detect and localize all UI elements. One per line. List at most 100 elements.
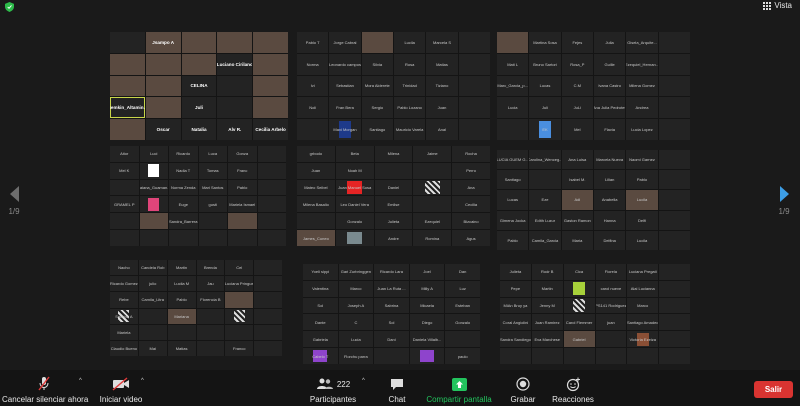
participant-tile[interactable]	[257, 162, 286, 179]
participant-tile[interactable]: C	[338, 314, 374, 331]
participant-tile[interactable]: Pablo Lozano	[394, 97, 426, 119]
participant-tile[interactable]	[658, 150, 690, 170]
participant-tile[interactable]: Aitor	[110, 146, 139, 162]
participant-tile[interactable]: Edith Luzur	[529, 210, 561, 230]
security-shield-icon[interactable]	[5, 2, 14, 12]
participant-tile[interactable]: Rocha	[452, 146, 490, 162]
participant-tile[interactable]: Juli	[181, 97, 217, 119]
reactions-button[interactable]: Reacciones	[551, 375, 595, 404]
participant-tile[interactable]	[413, 196, 452, 213]
participant-tile[interactable]	[217, 75, 253, 97]
participant-tile[interactable]: Cecilia Arbelo	[253, 119, 288, 140]
participant-tile[interactable]: Lucila	[626, 230, 658, 250]
participant-tile[interactable]	[257, 196, 286, 213]
participant-tile[interactable]: Tomas	[198, 162, 227, 179]
participant-tile[interactable]	[595, 348, 627, 364]
participant-tile[interactable]: Esteban	[445, 297, 480, 314]
participant-tile[interactable]	[254, 340, 282, 356]
participant-tile[interactable]: Pablo	[626, 170, 658, 190]
participant-tile[interactable]: Gari Zurbringgen	[338, 264, 374, 280]
participant-tile[interactable]: Ezequiel_Hernan...	[626, 53, 658, 75]
participant-tile[interactable]	[110, 213, 139, 230]
participant-tile[interactable]: Ricardo	[169, 146, 198, 162]
participant-tile[interactable]	[627, 348, 659, 364]
participant-tile[interactable]	[335, 230, 374, 246]
participant-tile[interactable]: Alv R.	[217, 119, 253, 140]
participant-tile[interactable]: Fejes	[561, 32, 593, 53]
participant-tile[interactable]: Adi	[561, 190, 593, 210]
participant-tile[interactable]: Joel	[409, 264, 445, 280]
participant-tile[interactable]: Santiago	[361, 119, 393, 140]
start-video-button[interactable]: Iniciar video	[96, 375, 146, 404]
participant-tile[interactable]: Andrea	[626, 97, 658, 119]
participant-tile[interactable]	[659, 348, 690, 364]
participant-tile[interactable]	[529, 170, 561, 190]
leave-meeting-button[interactable]: Salir	[754, 381, 793, 398]
participant-tile[interactable]: Carol Flemmer	[563, 314, 595, 331]
participant-tile[interactable]: Anabella	[594, 190, 626, 210]
participant-tile[interactable]	[500, 348, 531, 364]
participant-tile[interactable]: EK	[529, 119, 561, 140]
participant-tile[interactable]: Mateo Seibel	[297, 179, 335, 196]
participant-tile[interactable]: Diego	[409, 314, 445, 331]
audio-options-caret-icon[interactable]: ^	[79, 378, 82, 384]
participant-tile[interactable]: Isabel M.	[561, 170, 593, 190]
participant-tile[interactable]: Milena	[374, 146, 413, 162]
participant-tile[interactable]: Mai	[138, 340, 167, 356]
participant-tile[interactable]: Ana Julia Pedrotes	[594, 97, 626, 119]
participant-tile[interactable]	[658, 230, 690, 250]
participant-tile[interactable]	[563, 280, 595, 297]
participant-tile[interactable]	[659, 314, 690, 331]
participant-tile[interactable]	[361, 32, 393, 53]
participant-tile[interactable]: Lucia Lopez	[626, 119, 658, 140]
participant-tile[interactable]	[658, 170, 690, 190]
participant-tile[interactable]: Lilian	[594, 170, 626, 190]
participant-tile[interactable]: Noah M	[335, 162, 374, 179]
participant-tile[interactable]	[139, 230, 168, 246]
participant-tile[interactable]: Luca	[198, 146, 227, 162]
participant-tile[interactable]	[458, 97, 490, 119]
participant-tile[interactable]: gusti	[198, 196, 227, 213]
participant-tile[interactable]: Alai Lucianna	[627, 280, 659, 297]
participant-tile[interactable]: Jorge Cabral	[329, 32, 361, 53]
participant-tile[interactable]: Tiziano	[426, 75, 458, 97]
participant-tile[interactable]: Gaston Ramon	[561, 210, 593, 230]
participant-tile[interactable]: Lucia	[497, 97, 529, 119]
participant-tile[interactable]	[658, 210, 690, 230]
participant-tile[interactable]: Romina	[413, 230, 452, 246]
participant-tile[interactable]	[658, 190, 690, 210]
participant-tile[interactable]: julio	[138, 276, 167, 292]
participant-tile[interactable]	[110, 75, 145, 97]
participant-tile[interactable]: Agus	[452, 230, 490, 246]
participant-tile[interactable]: Milena Basalio	[297, 196, 335, 213]
participant-tile[interactable]: Gemkin_Altamin...	[110, 97, 145, 119]
participant-tile[interactable]: Emilse	[374, 196, 413, 213]
participant-tile[interactable]: Matias	[426, 53, 458, 75]
participant-tile[interactable]	[497, 119, 529, 140]
participant-tile[interactable]: Cecilia	[452, 196, 490, 213]
participant-tile[interactable]: MiAn Bruy ya	[500, 297, 531, 314]
participant-tile[interactable]: Jau	[196, 276, 225, 292]
participant-tile[interactable]	[217, 32, 253, 53]
participants-options-caret-icon[interactable]: ^	[362, 378, 365, 384]
participant-tile[interactable]	[198, 213, 227, 230]
participant-tile[interactable]	[659, 264, 690, 280]
participant-tile[interactable]: Victoria Ezeiza	[627, 331, 659, 348]
participants-button[interactable]: 222 Participantes	[305, 375, 361, 404]
participant-tile[interactable]: Pepe	[500, 280, 531, 297]
participant-tile[interactable]: Mariela	[110, 324, 138, 340]
participant-tile[interactable]	[228, 230, 257, 246]
participant-tile[interactable]: Marcela S	[426, 32, 458, 53]
participant-tile[interactable]: Marcela Nueva	[594, 150, 626, 170]
participant-tile[interactable]: Candela Rob	[138, 260, 167, 276]
participant-tile[interactable]	[254, 308, 282, 324]
participant-tile[interactable]: Silvia	[361, 53, 393, 75]
participant-tile[interactable]: Carolina_Wenceg...	[529, 150, 561, 170]
participant-tile[interactable]: Gimena Jocka	[497, 210, 529, 230]
participant-tile[interactable]	[138, 308, 167, 324]
participant-tile[interactable]: JuLi	[561, 97, 593, 119]
participant-tile[interactable]: Gabriel	[563, 331, 595, 348]
participant-tile[interactable]: GRAMEL P	[110, 196, 139, 213]
participant-tile[interactable]	[198, 230, 227, 246]
participant-tile[interactable]: Oscar	[145, 119, 181, 140]
